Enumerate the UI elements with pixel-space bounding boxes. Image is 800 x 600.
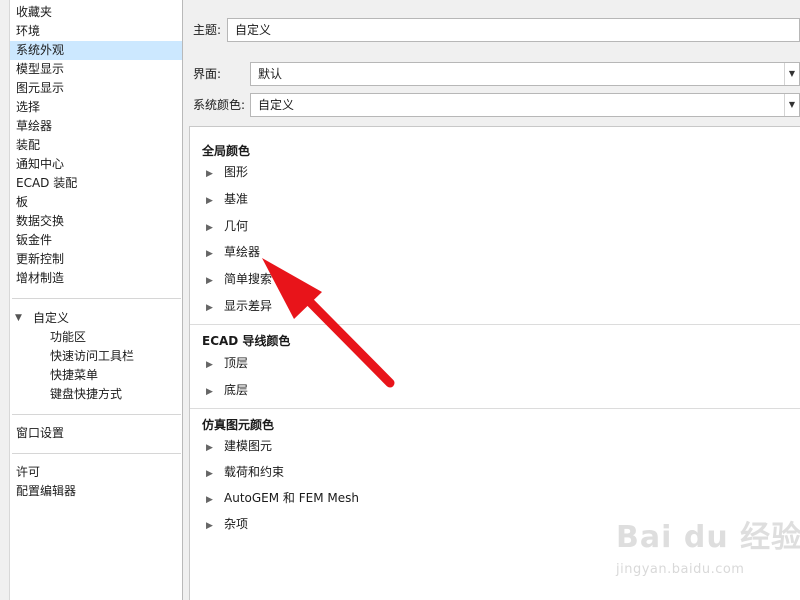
theme-label: 主题: [193,23,222,37]
color-item-label: 建模图元 [224,439,273,453]
nav-item-system-appearance[interactable]: 系统外观 [10,41,182,60]
color-item-label: 几何 [224,219,249,233]
interface-value: 默认 [258,67,283,81]
interface-label: 界面: [193,67,222,81]
nav-item-sheetmetal[interactable]: 钣金件 [10,231,182,250]
nav-divider [12,298,181,299]
expand-triangle-icon[interactable]: ▶ [206,191,224,211]
nav-item-quick-access-toolbar[interactable]: 快速访问工具栏 [10,347,182,366]
theme-field[interactable]: 自定义 [227,18,800,42]
expand-triangle-icon[interactable]: ▶ [206,355,224,375]
nav-item-environment[interactable]: 环境 [10,22,182,41]
nav-item-license[interactable]: 许可 [10,463,182,482]
watermark-brand: Bai du 经验 [616,520,800,555]
nav-item-sketcher[interactable]: 草绘器 [10,117,182,136]
nav-item-ribbon[interactable]: 功能区 [10,328,182,347]
system-color-label: 系统颜色: [193,98,246,112]
group-divider [190,324,800,325]
expand-triangle-icon[interactable]: ▶ [206,382,224,402]
color-item-label: 图形 [224,165,249,179]
color-item-label: 简单搜索 [224,272,273,286]
color-item-graphics[interactable]: ▶ 图形 [206,162,248,182]
color-item-bottom-layer[interactable]: ▶ 底层 [206,380,248,400]
expand-triangle-icon[interactable]: ▶ [206,490,224,510]
color-item-miscellaneous[interactable]: ▶ 杂项 [206,514,248,534]
nav-item-shortcut-menus[interactable]: 快捷菜单 [10,366,182,385]
group-title-simulation-colors: 仿真图元颜色 [202,418,275,432]
expand-triangle-icon[interactable]: ▶ [206,244,224,264]
color-item-label: AutoGEM 和 FEM Mesh [224,491,359,505]
group-title-global-colors: 全局颜色 [202,144,251,158]
window-edge [0,0,9,600]
nav-item-ecad-assembly[interactable]: ECAD 装配 [10,174,182,193]
nav-item-assembly[interactable]: 装配 [10,136,182,155]
color-item-label: 基准 [224,192,249,206]
nav-item-keyboard-shortcuts[interactable]: 键盘快捷方式 [10,385,182,404]
color-item-top-layer[interactable]: ▶ 顶层 [206,353,248,373]
nav-item-config-editor[interactable]: 配置编辑器 [10,482,182,501]
theme-value: 自定义 [235,23,272,37]
expand-triangle-icon[interactable]: ▶ [206,464,224,484]
group-divider [190,408,800,409]
color-item-label: 显示差异 [224,299,273,313]
color-item-simple-search[interactable]: ▶ 简单搜索 [206,269,272,289]
group-title-ecad-wire-colors: ECAD 导线颜色 [202,334,291,348]
nav-item-update-control[interactable]: 更新控制 [10,250,182,269]
color-item-autogem-fem-mesh[interactable]: ▶ AutoGEM 和 FEM Mesh [206,488,359,508]
nav-item-customize[interactable]: 自定义 [10,309,182,328]
color-item-datum[interactable]: ▶ 基准 [206,189,248,209]
system-color-select[interactable]: 自定义 ▼ [250,93,800,117]
color-item-label: 杂项 [224,517,249,531]
nav-item-selection[interactable]: 选择 [10,98,182,117]
nav-item-notification-center[interactable]: 通知中心 [10,155,182,174]
interface-select[interactable]: 默认 ▼ [250,62,800,86]
expand-triangle-icon[interactable]: ▶ [206,438,224,458]
system-color-value: 自定义 [258,98,295,112]
expand-triangle-icon[interactable]: ▶ [206,298,224,318]
nav-item-favorites[interactable]: 收藏夹 [10,3,182,22]
nav-item-entity-display[interactable]: 图元显示 [10,79,182,98]
nav-divider [12,453,181,454]
baidu-jingyan-watermark: Bai du 经验 jingyan.baidu.com [614,512,800,584]
watermark-url: jingyan.baidu.com [616,562,745,577]
nav-divider [12,414,181,415]
color-item-label: 底层 [224,383,249,397]
nav-item-model-display[interactable]: 模型显示 [10,60,182,79]
chevron-down-icon[interactable]: ▼ [784,63,799,85]
expand-triangle-icon[interactable]: ▶ [206,164,224,184]
nav-item-additive-manufacturing[interactable]: 增材制造 [10,269,182,288]
color-item-sketcher[interactable]: ▶ 草绘器 [206,242,260,262]
color-item-geometry[interactable]: ▶ 几何 [206,216,248,236]
color-item-show-differences[interactable]: ▶ 显示差异 [206,296,272,316]
color-item-label: 草绘器 [224,245,261,259]
color-item-loads-constraints[interactable]: ▶ 载荷和约束 [206,462,284,482]
expand-triangle-icon[interactable]: ▶ [206,218,224,238]
options-navigation: 收藏夹 环境 系统外观 模型显示 图元显示 选择 草绘器 装配 通知中心 ECA… [9,0,183,600]
color-item-modeling-entities[interactable]: ▶ 建模图元 [206,436,272,456]
expand-triangle-icon[interactable]: ▶ [206,271,224,291]
nav-item-board[interactable]: 板 [10,193,182,212]
color-item-label: 顶层 [224,356,249,370]
chevron-down-icon[interactable]: ▼ [784,94,799,116]
nav-item-window-settings[interactable]: 窗口设置 [10,424,182,443]
color-item-label: 载荷和约束 [224,465,285,479]
expand-triangle-icon[interactable]: ▶ [206,516,224,536]
nav-item-data-exchange[interactable]: 数据交换 [10,212,182,231]
